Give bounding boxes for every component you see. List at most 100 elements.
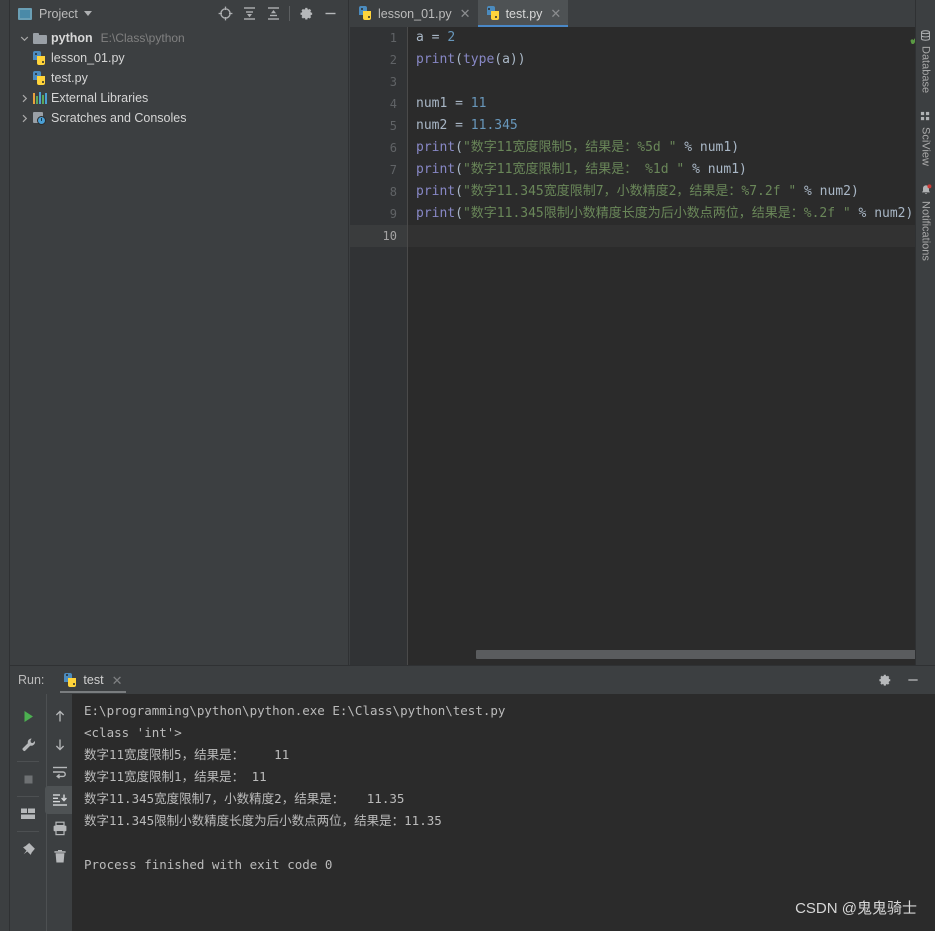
arrow-up-icon — [55, 709, 64, 721]
tool-button-notifications[interactable]: Notifications — [920, 184, 932, 261]
edit-configurations-button[interactable] — [13, 730, 43, 758]
project-tree: python E:\Class\python lesson_01.py test… — [10, 27, 348, 128]
soft-wrap-button[interactable] — [45, 758, 75, 786]
right-tool-strip: Database SciView Notifications — [915, 0, 935, 665]
code-line: print("数字11宽度限制5，结果是：%5d " % num1) — [416, 140, 740, 155]
run-toolbar-right — [44, 694, 75, 931]
editor-tab-test-py[interactable]: test.py ✕ — [477, 0, 569, 27]
code-line: print("数字11宽度限制1，结果是： %1d " % num1) — [416, 162, 747, 177]
gear-icon[interactable] — [294, 3, 318, 25]
previous-occurrence-button[interactable] — [45, 702, 75, 730]
editor-tab-bar: lesson_01.py ✕ test.py ✕ — [350, 0, 935, 27]
tree-node-lesson-01-py[interactable]: lesson_01.py — [10, 48, 348, 68]
python-file-icon — [359, 6, 372, 21]
close-icon[interactable]: ✕ — [458, 7, 471, 20]
tool-button-sciview[interactable]: SciView — [920, 111, 932, 166]
console-line: E:\programming\python\python.exe E:\Clas… — [84, 703, 506, 718]
gear-icon[interactable] — [873, 669, 897, 691]
code-editor[interactable]: 1 2 3 4 5 6 7 8 9 10 a = 2 print(type(a)… — [350, 27, 935, 665]
python-file-icon — [31, 51, 48, 65]
console-line: 数字11.345限制小数精度长度为后小数点两位，结果是：11.35 — [84, 813, 442, 828]
layout-button[interactable] — [13, 800, 43, 828]
tree-node-label: test.py — [51, 71, 88, 85]
line-number: 1 — [389, 31, 397, 45]
expand-all-icon[interactable] — [237, 3, 261, 25]
pin-icon — [23, 843, 35, 855]
run-panel-body: E:\programming\python\python.exe E:\Clas… — [10, 694, 935, 931]
sciview-grid-icon — [920, 112, 930, 121]
scroll-to-end-button[interactable] — [44, 786, 75, 814]
printer-icon — [53, 821, 66, 835]
print-button[interactable] — [45, 814, 75, 842]
trash-icon — [53, 849, 66, 862]
close-icon[interactable]: ✕ — [110, 674, 123, 687]
next-occurrence-button[interactable] — [45, 730, 75, 758]
minimize-icon[interactable] — [901, 669, 925, 691]
line-number: 3 — [389, 75, 397, 89]
run-tool-window: Run: test ✕ E:\programming\python\python… — [10, 665, 935, 931]
run-tab-label: test — [83, 673, 104, 687]
editor-tab-label: test.py — [505, 6, 543, 21]
rerun-button[interactable] — [13, 702, 43, 730]
tree-node-label: lesson_01.py — [51, 51, 125, 65]
locate-icon[interactable] — [213, 3, 237, 25]
database-icon — [921, 30, 930, 41]
folder-icon — [31, 32, 48, 44]
tree-node-scratches-and-consoles[interactable]: Scratches and Consoles — [10, 108, 348, 128]
line-number: 8 — [389, 185, 397, 199]
chevron-down-icon[interactable] — [83, 11, 92, 16]
project-window-icon — [18, 7, 32, 20]
tool-button-label: Notifications — [919, 201, 932, 261]
code-line: print(type(a)) — [416, 52, 526, 67]
scrollbar-thumb[interactable] — [476, 650, 926, 659]
watermark: CSDN @鬼鬼骑士 — [795, 900, 917, 917]
console-line: 数字11.345宽度限制7，小数精度2，结果是： 11.35 — [84, 791, 405, 806]
code-text[interactable]: a = 2 print(type(a)) num1 = 11 num2 = 11… — [408, 27, 935, 665]
run-panel-title: Run: — [18, 673, 45, 687]
toolbar-separator — [17, 831, 39, 832]
editor-area: lesson_01.py ✕ test.py ✕ 1 2 3 4 5 6 7 8… — [350, 0, 935, 665]
project-panel-header: Project — [10, 0, 348, 27]
code-line: print("数字11.345宽度限制7，小数精度2，结果是：%7.2f " %… — [416, 184, 859, 199]
project-panel-title: Project — [39, 6, 78, 21]
line-number: 6 — [389, 141, 397, 155]
tree-node-path: E:\Class\python — [100, 31, 185, 45]
tree-node-label: python — [51, 31, 93, 45]
tree-node-external-libraries[interactable]: External Libraries — [10, 88, 348, 108]
editor-tab-lesson-01-py[interactable]: lesson_01.py ✕ — [350, 0, 478, 27]
console-line: 数字11宽度限制1，结果是： 11 — [84, 769, 267, 784]
clear-all-button[interactable] — [45, 842, 75, 870]
tool-button-database[interactable]: Database — [920, 30, 932, 93]
run-console-output[interactable]: E:\programming\python\python.exe E:\Clas… — [72, 694, 935, 931]
line-number: 4 — [389, 97, 397, 111]
collapse-all-icon[interactable] — [261, 3, 285, 25]
console-line: <class 'int'> — [84, 725, 182, 740]
left-tool-strip — [0, 0, 10, 931]
chevron-right-icon[interactable] — [18, 88, 31, 108]
close-icon[interactable]: ✕ — [548, 7, 561, 20]
python-file-icon — [486, 6, 500, 21]
wrench-icon — [21, 737, 35, 751]
arrow-down-icon — [55, 739, 64, 751]
minimize-icon[interactable] — [318, 3, 342, 25]
tree-node-python[interactable]: python E:\Class\python — [10, 28, 348, 48]
tree-node-test-py[interactable]: test.py — [10, 68, 348, 88]
soft-wrap-icon — [52, 766, 67, 779]
editor-horizontal-scrollbar[interactable] — [466, 650, 926, 659]
play-icon — [24, 710, 33, 722]
pin-tab-button[interactable] — [13, 835, 43, 863]
line-number: 5 — [389, 119, 397, 133]
code-line: a = 2 — [416, 30, 456, 45]
run-tab-test[interactable]: test ✕ — [56, 666, 130, 694]
editor-gutter: 1 2 3 4 5 6 7 8 9 10 — [350, 27, 408, 665]
chevron-right-icon[interactable] — [18, 108, 31, 128]
chevron-down-icon[interactable] — [18, 28, 31, 48]
line-number: 7 — [389, 163, 397, 177]
line-number: 10 — [350, 225, 407, 247]
line-number: 9 — [389, 207, 397, 221]
stop-button[interactable] — [13, 765, 43, 793]
pycharm-window: Project python E:\Class\python lesson_01… — [0, 0, 935, 931]
tree-node-label: Scratches and Consoles — [51, 111, 187, 125]
console-line: 数字11宽度限制5，结果是： 11 — [84, 747, 290, 762]
